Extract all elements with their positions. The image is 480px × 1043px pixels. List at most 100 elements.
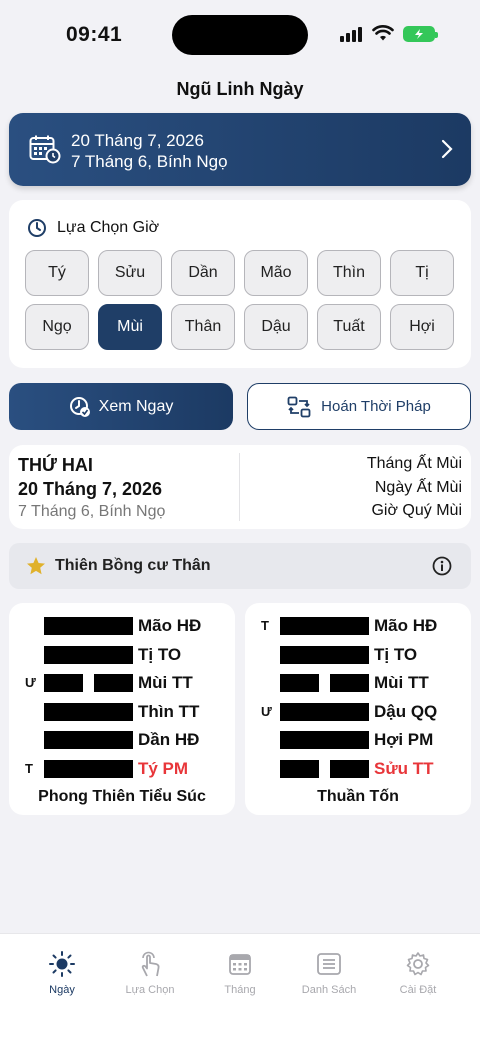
yang-line: [44, 702, 133, 721]
line-label: Mùi TT: [374, 673, 429, 692]
hour-button[interactable]: Tị: [390, 250, 454, 296]
calendar-clock-icon: [29, 135, 61, 164]
hour-button[interactable]: Sửu: [98, 250, 162, 296]
tab-label: Ngày: [49, 984, 75, 996]
calendar-grid-icon: [229, 954, 251, 975]
hour-button[interactable]: Mão: [244, 250, 308, 296]
info-solar-date: 20 Tháng 7, 2026: [18, 479, 163, 499]
hexagram-line: Mùi TT: [245, 673, 471, 693]
hexagram-line: Sửu TT: [245, 759, 471, 779]
yang-line: [44, 645, 133, 664]
dynamic-island: [172, 15, 308, 55]
hexagram-line: Tị TO: [9, 645, 235, 665]
date-selector-card[interactable]: 20 Tháng 7, 2026 7 Tháng 6, Bính Ngọ: [9, 113, 471, 186]
line-label: Tý PM: [138, 758, 189, 778]
hour-button[interactable]: Tuất: [317, 304, 381, 350]
tab-cai-dat[interactable]: Cài Đặt: [370, 950, 466, 996]
weekday: THỨ HAI: [18, 455, 93, 475]
page-title: Ngũ Linh Ngày: [176, 79, 304, 99]
yin-line-segment: [94, 674, 133, 692]
view-day-button[interactable]: Xem Ngay: [9, 383, 233, 430]
hexagram-line: Mão HĐ: [9, 616, 235, 636]
yin-line-segment: [330, 674, 369, 692]
hexagram-line: Dần HĐ: [9, 730, 235, 750]
yang-line: [280, 731, 369, 749]
hour-picker-card: Lựa Chọn Giờ Tý Sửu Dần Mão Thìn Tị Ngọ Mùi Thân…: [9, 200, 471, 368]
hour-button[interactable]: Thìn: [317, 250, 381, 296]
hexagram-line: Thìn TT: [9, 702, 235, 722]
line-label: Mùi TT: [138, 673, 193, 692]
hour-button[interactable]: Thân: [171, 304, 235, 350]
yang-line: [280, 617, 369, 635]
status-time: 09:41: [66, 23, 123, 46]
line-marker: T: [261, 618, 269, 633]
hexagram-card-primary: Mão HĐ Tị TO Ư Mùi TT Thìn TT Dần HĐ T Tý PM Pho…: [9, 603, 235, 815]
hexagram-name: Phong Thiên Tiểu Súc: [38, 788, 206, 805]
lunar-date: 7 Tháng 6, Bính Ngọ: [71, 152, 228, 171]
line-label: Tị TO: [138, 644, 182, 664]
hour-canchi: Giờ Quý Mùi: [371, 502, 462, 519]
month-canchi: Tháng Ất Mùi: [366, 455, 462, 472]
hexagram-name: Thuần Tốn: [317, 788, 399, 805]
tab-label: Tháng: [224, 984, 256, 996]
info-lunar-date: 7 Tháng 6, Bính Ngọ: [18, 503, 166, 520]
yang-line: [44, 731, 133, 749]
divider: [239, 453, 240, 521]
tab-thang[interactable]: Tháng: [192, 950, 288, 996]
tab-label: Danh Sách: [301, 984, 357, 996]
sun-icon: [49, 951, 75, 977]
line-marker: Ư: [261, 703, 272, 719]
star-section-header: Thiên Bồng cư Thân: [9, 543, 471, 589]
hexagram-card-changed: T Mão HĐ Tị TO Mùi TT Ư Dậu QQ Hợi PM Sửu TT Thu…: [245, 603, 471, 815]
line-label: Hợi PM: [374, 730, 434, 749]
yin-line-segment: [44, 674, 83, 692]
line-label: Tị TO: [374, 644, 418, 664]
line-label: Sửu TT: [374, 758, 434, 778]
list-icon: [317, 953, 341, 975]
hexagram-line: Hợi PM: [245, 730, 471, 750]
solar-date: 20 Tháng 7, 2026: [71, 131, 204, 150]
line-marker: Ư: [25, 675, 36, 690]
hour-button[interactable]: Hợi: [390, 304, 454, 350]
hour-button[interactable]: Dậu: [244, 304, 308, 350]
line-label: Dần HĐ: [138, 730, 200, 749]
swap-method-button[interactable]: Hoán Thời Pháp: [247, 383, 471, 430]
yang-line: [44, 617, 133, 635]
yang-line: [280, 702, 369, 721]
hexagram-line: Ư Dậu QQ: [245, 702, 471, 722]
hexagram-line: Ư Mùi TT: [9, 673, 235, 693]
info-icon[interactable]: [431, 555, 453, 577]
clock-check-icon: [69, 396, 90, 417]
tap-hand-icon: [141, 951, 160, 977]
yin-line-segment: [330, 759, 369, 778]
line-label: Mão HĐ: [374, 616, 438, 635]
tab-label: Lựa Chọn: [125, 984, 175, 996]
line-label: Thìn TT: [138, 701, 200, 721]
hour-grid: Tý Sửu Dần Mão Thìn Tị Ngọ Mùi Thân Dậu Tuất Hợi: [25, 250, 454, 350]
hexagram-line: T Tý PM: [9, 759, 235, 779]
tab-lua-chon[interactable]: Lựa Chọn: [102, 950, 198, 996]
cellular-signal-icon: [340, 26, 362, 42]
line-label: Dậu QQ: [374, 701, 438, 721]
yin-line-segment: [280, 674, 319, 692]
tab-ngay[interactable]: Ngày: [14, 950, 110, 996]
tab-bar: Ngày Lựa Chọn Tháng Danh Sách Cài Đặt: [0, 933, 480, 1043]
star-section-title: Thiên Bồng cư Thân: [55, 557, 211, 574]
view-day-label: Xem Ngay: [98, 397, 174, 415]
day-canchi: Ngày Ất Mùi: [374, 479, 462, 496]
day-info-card: THỨ HAI 20 Tháng 7, 2026 7 Tháng 6, Bính…: [9, 445, 471, 529]
tab-danh-sach[interactable]: Danh Sách: [281, 950, 377, 996]
swap-method-label: Hoán Thời Pháp: [321, 398, 431, 415]
star-icon: [27, 557, 45, 575]
hour-button[interactable]: Ngọ: [25, 304, 89, 350]
swap-icon: [287, 396, 311, 417]
hour-button[interactable]: Tý: [25, 250, 89, 296]
hour-button[interactable]: Dần: [171, 250, 235, 296]
wifi-icon: [372, 25, 394, 41]
tab-label: Cài Đặt: [399, 984, 437, 996]
battery-charging-icon: [403, 26, 438, 42]
hour-button[interactable]: Mùi: [98, 304, 162, 350]
yin-line-segment: [280, 759, 319, 778]
gear-icon: [406, 952, 430, 976]
chevron-right-icon: [441, 139, 453, 159]
